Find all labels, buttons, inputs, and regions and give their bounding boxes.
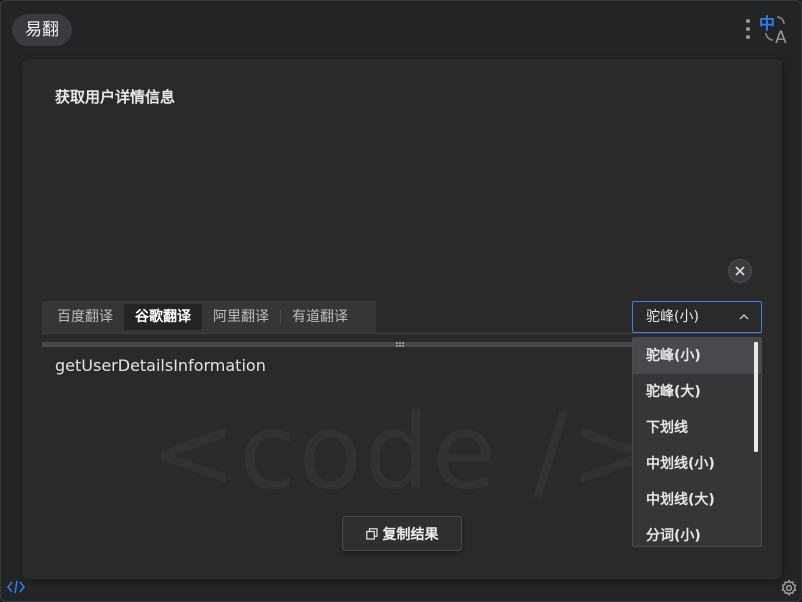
tab-baidu[interactable]: 百度翻译 [46,304,124,330]
close-icon [735,266,745,276]
menu-dots-icon[interactable] [744,19,752,43]
tab-youdao[interactable]: 有道翻译 [281,304,359,330]
code-icon[interactable] [7,579,25,595]
app-window: 易翻 中 A 获取用户详情信息 百度翻译 谷歌翻译 阿里翻译 有道翻译 驼峰(小… [0,0,802,602]
dropdown-option[interactable]: 分词(小) [633,518,761,546]
code-watermark: <code /> [150,391,660,513]
copy-result-button[interactable]: 复制结果 [342,516,462,551]
dropdown-scrollbar[interactable] [754,342,758,452]
svg-text:中: 中 [759,14,775,33]
dropdown-option[interactable]: 驼峰(小) [633,338,761,374]
case-format-value: 驼峰(小) [646,309,699,325]
dropdown-option[interactable]: 驼峰(大) [633,374,761,410]
svg-text:A: A [775,28,787,45]
dropdown-option[interactable]: 下划线 [633,410,761,446]
case-format-select[interactable]: 驼峰(小) [632,301,762,333]
app-title: 易翻 [12,14,72,46]
copy-icon [365,527,378,540]
drag-handle-icon[interactable] [395,341,405,348]
chevron-up-icon [739,314,749,320]
clear-button[interactable] [728,259,752,283]
result-text[interactable]: getUserDetailsInformation [55,356,266,375]
copy-result-label: 复制结果 [382,526,439,543]
dropdown-option[interactable]: 中划线(小) [633,446,761,482]
tab-google[interactable]: 谷歌翻译 [124,304,202,330]
case-format-dropdown: 驼峰(小) 驼峰(大) 下划线 中划线(小) 中划线(大) 分词(小) [632,337,762,547]
gear-icon[interactable] [780,579,798,597]
resize-bar[interactable] [42,342,634,347]
tabs-divider [42,333,762,334]
translator-tabs: 百度翻译 谷歌翻译 阿里翻译 有道翻译 [42,301,376,333]
source-text[interactable]: 获取用户详情信息 [55,86,175,107]
dropdown-option[interactable]: 中划线(大) [633,482,761,518]
translate-logo-icon[interactable]: 中 A [758,13,792,48]
tab-ali[interactable]: 阿里翻译 [202,304,280,330]
